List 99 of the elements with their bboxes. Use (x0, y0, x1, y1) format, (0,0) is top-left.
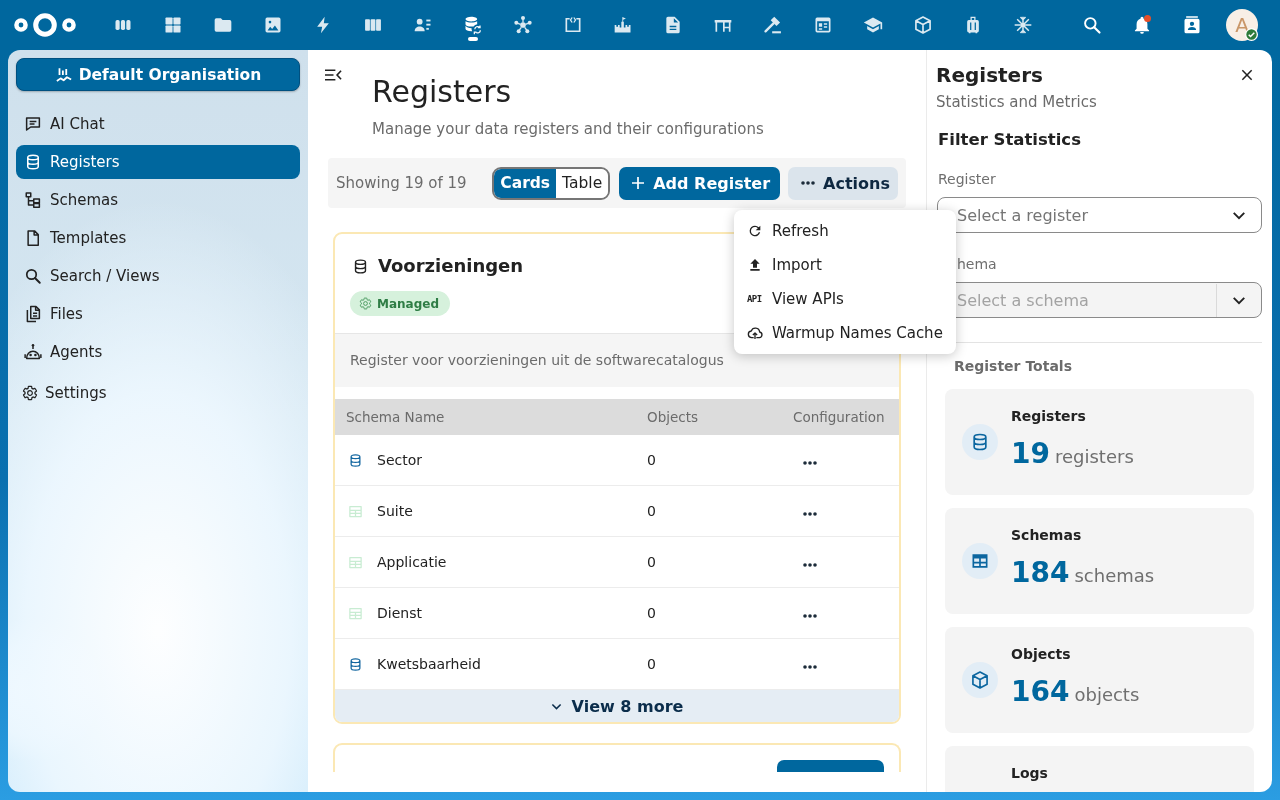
stat-number: 164 (1011, 675, 1070, 709)
image-icon[interactable] (263, 15, 283, 35)
chevron-down-icon[interactable] (1231, 210, 1246, 220)
object-count: 0 (647, 656, 656, 672)
schema-name: Sector (377, 452, 422, 468)
database-icon (352, 257, 369, 275)
document-icon (24, 229, 42, 247)
stat-unit: registers (1054, 446, 1134, 467)
contact-card-icon[interactable] (1182, 15, 1202, 35)
page-subtitle: Manage your data registers and their configurations (372, 119, 764, 140)
nav-item[interactable]: Files (16, 297, 300, 331)
code-icon[interactable] (563, 15, 583, 35)
cube-icon[interactable] (913, 15, 933, 35)
layout-icon[interactable] (813, 15, 833, 35)
stat-unit: schemas (1074, 565, 1155, 586)
robot-icon (24, 343, 42, 361)
ellipsis-icon[interactable] (803, 512, 817, 516)
hierarchy-icon (24, 191, 42, 209)
column-header: Schema Name (335, 399, 635, 435)
ellipsis-icon[interactable] (803, 461, 817, 465)
view-more-button[interactable]: View 8 more (335, 690, 899, 722)
ellipsis-icon[interactable] (803, 665, 817, 669)
gear-icon (22, 385, 38, 401)
object-count: 0 (647, 605, 656, 621)
folder-icon[interactable] (213, 15, 233, 35)
ellipsis-icon[interactable] (803, 614, 817, 618)
filter-label: hema (956, 255, 997, 274)
table-icon (962, 543, 998, 579)
view-option[interactable]: Table (556, 168, 609, 198)
stat-label: Logs (1011, 764, 1049, 782)
nav-item[interactable]: Registers (16, 145, 300, 179)
select-field[interactable]: Select a register (937, 197, 1262, 233)
schema-name: Suite (377, 503, 413, 519)
logo-icon[interactable] (14, 13, 76, 37)
chevron-down-icon (550, 702, 562, 710)
stat-number: 184 (1011, 556, 1070, 590)
nav-item[interactable]: Settings (16, 376, 300, 410)
tag-text: Managed (377, 296, 439, 311)
upload-icon (747, 257, 763, 273)
graduation-cap-icon[interactable] (863, 15, 883, 35)
stat-number: 19 (1011, 437, 1050, 471)
database-icon (962, 424, 998, 460)
stat-label: Registers (1011, 407, 1087, 425)
snowflake-icon[interactable] (1013, 15, 1033, 35)
sidebar-subtitle: Statistics and Metrics (936, 92, 1098, 113)
active-app-indicator (468, 37, 478, 41)
card-title: Voorzieningen (378, 254, 524, 278)
schema-name: Kwetsbaarheid (377, 656, 481, 672)
gavel-icon[interactable] (763, 15, 783, 35)
view-option[interactable]: Cards (494, 168, 557, 198)
stat-label: Schemas (1011, 526, 1083, 544)
result-count: Showing 19 of 19 (336, 174, 467, 192)
object-count: 0 (647, 503, 656, 519)
nav-item[interactable]: Search / Views (16, 259, 300, 293)
database-icon (24, 153, 42, 171)
ellipsis-icon[interactable] (803, 563, 817, 567)
gear-icon (359, 297, 372, 310)
add-register-button[interactable]: Add Register (619, 166, 781, 200)
filter-label: Register (938, 170, 996, 189)
files-icon (24, 305, 42, 323)
object-count: 0 (647, 452, 656, 468)
plus-icon (632, 177, 645, 189)
menu-item[interactable]: Warmup Names Cache (734, 316, 956, 350)
schema-name: Applicatie (377, 554, 447, 570)
nav-item[interactable]: AI Chat (16, 107, 300, 141)
column-header: Configuration (781, 399, 899, 435)
stat-label: Objects (1011, 645, 1072, 663)
organisation-button[interactable]: Default Organisation (16, 58, 300, 91)
nav-item[interactable]: Schemas (16, 183, 300, 217)
section-title: Register Totals (954, 357, 1073, 376)
cloud-upload-icon (747, 325, 763, 341)
register-description: Register voor voorzieningen uit de softwarecatalogus (350, 352, 724, 368)
chevron-down-icon[interactable] (1231, 295, 1246, 305)
page-title: Registers (372, 74, 513, 110)
database-sync-icon[interactable] (463, 15, 483, 35)
cube-icon (962, 662, 998, 698)
grid-icon[interactable] (163, 15, 183, 35)
nav-item[interactable]: Agents (16, 335, 300, 369)
actions-button[interactable]: Actions (788, 166, 898, 200)
sidebar-title: Registers (936, 62, 1043, 89)
network-icon[interactable] (513, 15, 533, 35)
object-count: 0 (647, 554, 656, 570)
search-icon[interactable] (1082, 15, 1102, 35)
search-icon (24, 267, 42, 285)
menu-item[interactable]: Import (734, 248, 956, 282)
schema-name: Dienst (377, 605, 422, 621)
document-icon[interactable] (663, 15, 683, 35)
castle-icon[interactable] (613, 15, 633, 35)
close-icon[interactable] (1240, 68, 1254, 82)
menu-icon[interactable] (324, 69, 342, 81)
chart-icon (54, 65, 73, 84)
stat-unit: objects (1074, 684, 1140, 705)
section-title: Filter Statistics (938, 129, 1082, 151)
refresh-icon (747, 223, 763, 239)
api-icon: API (747, 294, 763, 304)
ellipsis-icon (801, 181, 816, 185)
column-header: Objects (635, 399, 781, 435)
nav-item[interactable]: Templates (16, 221, 300, 255)
chat-icon (24, 115, 42, 133)
